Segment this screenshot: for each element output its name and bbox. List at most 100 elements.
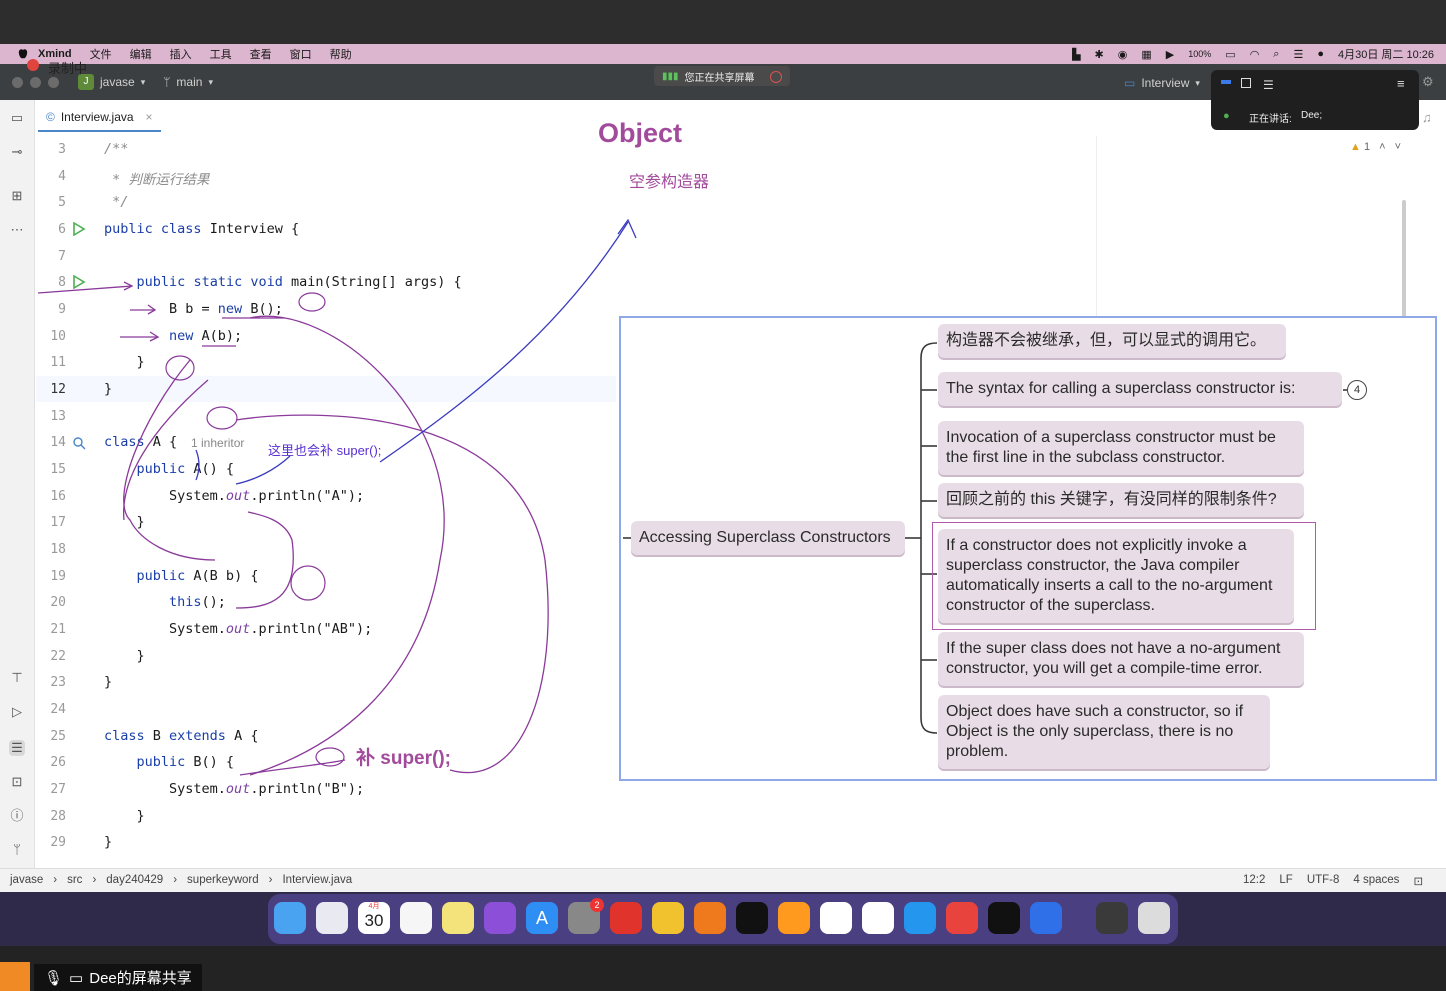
breadcrumb-item[interactable]: src: [67, 874, 82, 886]
netease-music-icon[interactable]: [610, 902, 642, 934]
chrome-icon[interactable]: [652, 902, 684, 934]
bookmark-icon[interactable]: ▙: [1072, 48, 1080, 61]
mindmap-node[interactable]: If a constructor does not explicitly inv…: [938, 529, 1294, 623]
branch-selector[interactable]: main: [176, 75, 202, 89]
app-store-icon[interactable]: A: [526, 902, 558, 934]
run-class-icon[interactable]: [72, 222, 86, 236]
structure-icon[interactable]: ⊞: [9, 188, 25, 204]
terminal-icon[interactable]: ⊡: [9, 774, 25, 790]
system-settings-icon[interactable]: 2: [568, 898, 604, 934]
inheritor-hint[interactable]: 1 inheritor: [191, 436, 244, 450]
calendar-icon[interactable]: 4月 30: [358, 902, 390, 934]
line-separator[interactable]: LF: [1279, 874, 1292, 888]
folder-icon[interactable]: ▭: [9, 110, 25, 126]
breadcrumb-item[interactable]: superkeyword: [187, 874, 259, 886]
more-icon[interactable]: ⋯: [9, 222, 25, 238]
breadcrumb-item[interactable]: day240429: [106, 874, 163, 886]
chevron-down-icon[interactable]: ▾: [208, 77, 213, 88]
close-tab-icon[interactable]: ×: [146, 110, 153, 124]
grid-icon[interactable]: ▦: [1141, 48, 1151, 61]
podcasts-icon[interactable]: [484, 902, 516, 934]
menu-icon[interactable]: ≡: [1397, 76, 1405, 91]
inheritor-gutter-icon[interactable]: [72, 436, 86, 450]
clock-text[interactable]: 4月30日 周二 10:26: [1338, 46, 1434, 62]
menu-edit[interactable]: 编辑: [130, 46, 152, 62]
tab-interview-java[interactable]: © Interview.java ×: [38, 104, 161, 132]
user-icon[interactable]: ◉: [1118, 48, 1128, 61]
mindmap-node[interactable]: The syntax for calling a superclass cons…: [938, 372, 1342, 406]
mindmap-node[interactable]: If the super class does not have a no-ar…: [938, 632, 1304, 686]
commit-icon[interactable]: ⊸: [9, 144, 25, 160]
menu-insert[interactable]: 插入: [170, 46, 192, 62]
mindmap-node[interactable]: Invocation of a superclass constructor m…: [938, 421, 1304, 475]
screen-share-banner[interactable]: ▮▮▮ 您正在共享屏幕: [654, 66, 790, 86]
mindmap-panel[interactable]: Accessing Superclass Constructors 构造器不会被…: [619, 316, 1437, 781]
menu-help[interactable]: 帮助: [330, 46, 352, 62]
minimize-window-icon[interactable]: [30, 77, 41, 88]
cursor-position[interactable]: 12:2: [1243, 874, 1265, 888]
run-config-selector[interactable]: Interview: [1141, 76, 1189, 90]
menu-view[interactable]: 查看: [250, 46, 272, 62]
run-main-icon[interactable]: [72, 275, 86, 289]
vscode-icon[interactable]: [862, 902, 894, 934]
battery-icon[interactable]: ▭: [1225, 48, 1235, 61]
finder-icon[interactable]: [274, 902, 306, 934]
reminders-icon[interactable]: [400, 902, 432, 934]
downloads-icon[interactable]: [1096, 902, 1128, 934]
build-icon[interactable]: ⊤: [9, 670, 25, 686]
project-selector[interactable]: javase: [100, 75, 135, 89]
mindmap-central-topic[interactable]: Accessing Superclass Constructors: [631, 521, 905, 555]
run-icon[interactable]: ▷: [9, 704, 25, 720]
list-icon[interactable]: ☰: [1263, 78, 1274, 92]
control-center-icon[interactable]: ☰: [1293, 48, 1303, 61]
siri-icon[interactable]: ●: [1317, 48, 1324, 60]
menu-file[interactable]: 文件: [90, 46, 112, 62]
menu-window[interactable]: 窗口: [290, 46, 312, 62]
intellij-icon[interactable]: [988, 902, 1020, 934]
slack-icon[interactable]: [820, 902, 852, 934]
play-icon[interactable]: ▶: [1166, 48, 1174, 61]
chevron-up-icon[interactable]: ˄: [1379, 141, 1385, 153]
lock-icon[interactable]: ⊡: [1413, 874, 1423, 888]
chevron-down-icon[interactable]: ▾: [141, 77, 146, 88]
todo-icon[interactable]: ☰: [9, 740, 25, 756]
chevron-down-icon[interactable]: ▾: [1195, 78, 1200, 89]
launchpad-icon[interactable]: [316, 902, 348, 934]
code-line: class B extends A {: [104, 728, 259, 744]
terminal-app-icon[interactable]: [736, 902, 768, 934]
notifications-icon[interactable]: ♫: [1422, 110, 1432, 125]
chevron-down-icon[interactable]: ˅: [1395, 141, 1401, 153]
mindmap-node[interactable]: 构造器不会被继承，但，可以显式的调用它。: [938, 324, 1286, 358]
apple-icon[interactable]: [16, 47, 30, 61]
warning-indicator[interactable]: ▲ 1 ˄ ˅: [1350, 141, 1401, 153]
meeting-app-icon[interactable]: [1030, 902, 1062, 934]
close-window-icon[interactable]: [12, 77, 23, 88]
menu-tools[interactable]: 工具: [210, 46, 232, 62]
docker-icon[interactable]: [904, 902, 936, 934]
xmind-icon[interactable]: [946, 902, 978, 934]
mindmap-node[interactable]: Object does have such a constructor, so …: [938, 695, 1270, 769]
search-icon[interactable]: ⌕: [1273, 48, 1279, 61]
bluetooth-icon[interactable]: ✱: [1095, 48, 1104, 61]
problems-icon[interactable]: ⓘ: [9, 808, 25, 824]
zoom-window-icon[interactable]: [48, 77, 59, 88]
editor-scrollbar[interactable]: [1402, 200, 1406, 320]
notes-icon[interactable]: [442, 902, 474, 934]
file-encoding[interactable]: UTF-8: [1307, 874, 1340, 888]
sublime-icon[interactable]: [778, 902, 810, 934]
settings-icon[interactable]: ⚙: [1422, 74, 1434, 90]
breadcrumb-item[interactable]: javase: [10, 874, 43, 886]
git-icon[interactable]: ᛘ: [9, 842, 25, 858]
firefox-icon[interactable]: [694, 902, 726, 934]
wifi-icon[interactable]: ◠: [1250, 48, 1260, 61]
mindmap-collapse-badge[interactable]: 4: [1347, 380, 1367, 400]
stop-share-icon[interactable]: [770, 71, 782, 83]
trash-icon[interactable]: [1138, 902, 1170, 934]
mindmap-node[interactable]: 回顾之前的 this 关键字，有没同样的限制条件?: [938, 483, 1304, 517]
indent-setting[interactable]: 4 spaces: [1353, 874, 1399, 888]
screen-top-area: [0, 0, 1446, 44]
code-line: */: [104, 194, 129, 210]
breadcrumb-item[interactable]: Interview.java: [282, 874, 352, 886]
window-icon[interactable]: [1241, 78, 1251, 88]
minimize-icon[interactable]: [1221, 80, 1231, 84]
